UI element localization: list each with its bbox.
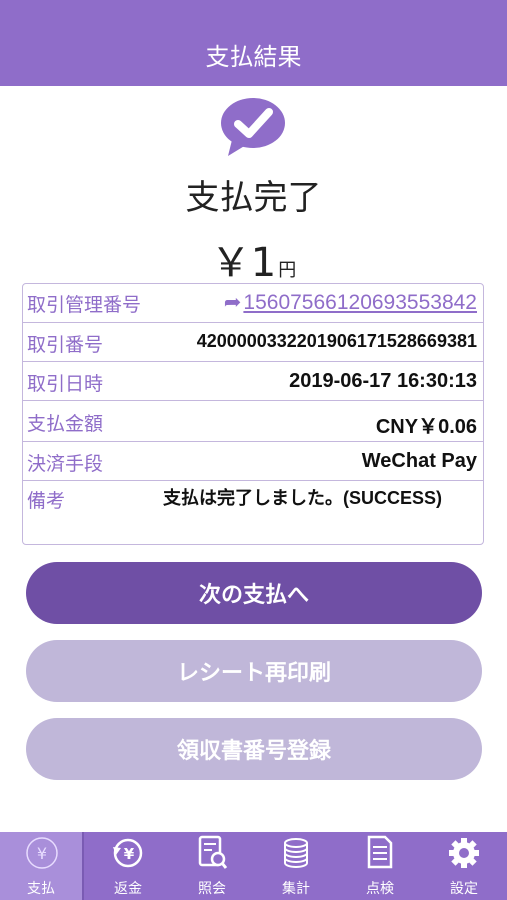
tab-settings-label: 設定 bbox=[450, 881, 478, 897]
transaction-number: 4200000332201906171528669381 bbox=[196, 331, 477, 351]
tab-summary-label: 集計 bbox=[282, 881, 310, 897]
label-remarks: 備考 bbox=[27, 490, 66, 512]
tab-payment-label: 支払 bbox=[27, 881, 55, 897]
share-arrow-icon: ➦ bbox=[223, 291, 242, 314]
result-title: 支払完了 bbox=[185, 178, 322, 218]
row-payment-method: 決済手段 WeChat Pay bbox=[23, 442, 483, 481]
tab-refund[interactable]: ¥ 返金 bbox=[86, 832, 170, 900]
label-payment-amount: 支払金額 bbox=[27, 413, 104, 435]
gear-icon bbox=[449, 838, 479, 868]
success-check-icon bbox=[218, 96, 288, 158]
row-payment-amount: 支払金額 CNY￥0.06 bbox=[23, 401, 483, 442]
transaction-details: 取引管理番号 ➦15607566120693553842 取引番号 420000… bbox=[22, 283, 484, 545]
tab-settings[interactable]: 設定 bbox=[422, 832, 506, 900]
payment-method: WeChat Pay bbox=[361, 450, 477, 472]
row-remarks: 備考 支払は完了しました。(SUCCESS) bbox=[23, 481, 483, 544]
header-bar: 支払結果 bbox=[0, 0, 507, 86]
refund-icon: ¥ bbox=[113, 838, 143, 868]
yen-circle-icon: ¥ bbox=[26, 837, 58, 869]
tab-inquiry-label: 照会 bbox=[198, 881, 226, 897]
inquiry-icon bbox=[198, 835, 228, 869]
register-receipt-number-button[interactable]: 領収書番号登録 bbox=[26, 718, 482, 780]
label-transaction-number: 取引番号 bbox=[27, 334, 104, 356]
bottom-tab-bar: ¥ 支払 ¥ 返金 照会 集計 点検 設定 bbox=[0, 832, 507, 900]
payment-amount: ￥1 円 bbox=[0, 230, 507, 288]
payment-amount-cny: CNY￥0.06 bbox=[375, 416, 477, 438]
label-management-number: 取引管理番号 bbox=[27, 294, 142, 316]
tab-summary[interactable]: 集計 bbox=[254, 832, 338, 900]
tab-check[interactable]: 点検 bbox=[338, 832, 422, 900]
label-payment-method: 決済手段 bbox=[27, 453, 104, 475]
coin-stack-icon bbox=[284, 838, 308, 868]
page-title: 支払結果 bbox=[205, 43, 302, 71]
row-management-number: 取引管理番号 ➦15607566120693553842 bbox=[23, 284, 483, 323]
tab-check-label: 点検 bbox=[366, 881, 394, 897]
amount-value: ￥1 bbox=[210, 240, 277, 286]
tab-inquiry[interactable]: 照会 bbox=[170, 832, 254, 900]
reprint-receipt-button[interactable]: レシート再印刷 bbox=[26, 640, 482, 702]
checklist-icon bbox=[367, 835, 393, 869]
next-payment-button[interactable]: 次の支払へ bbox=[26, 562, 482, 624]
remarks-text: 支払は完了しました。(SUCCESS) bbox=[163, 488, 443, 508]
row-transaction-datetime: 取引日時 2019-06-17 16:30:13 bbox=[23, 362, 483, 401]
management-number-link[interactable]: ➦15607566120693553842 bbox=[224, 290, 477, 315]
amount-unit: 円 bbox=[278, 260, 297, 281]
transaction-datetime: 2019-06-17 16:30:13 bbox=[289, 370, 477, 392]
svg-text:¥: ¥ bbox=[124, 845, 135, 863]
row-transaction-number: 取引番号 4200000332201906171528669381 bbox=[23, 323, 483, 362]
label-transaction-datetime: 取引日時 bbox=[27, 373, 104, 395]
svg-text:¥: ¥ bbox=[37, 844, 47, 863]
tab-refund-label: 返金 bbox=[114, 881, 142, 897]
tab-payment[interactable]: ¥ 支払 bbox=[0, 832, 84, 900]
